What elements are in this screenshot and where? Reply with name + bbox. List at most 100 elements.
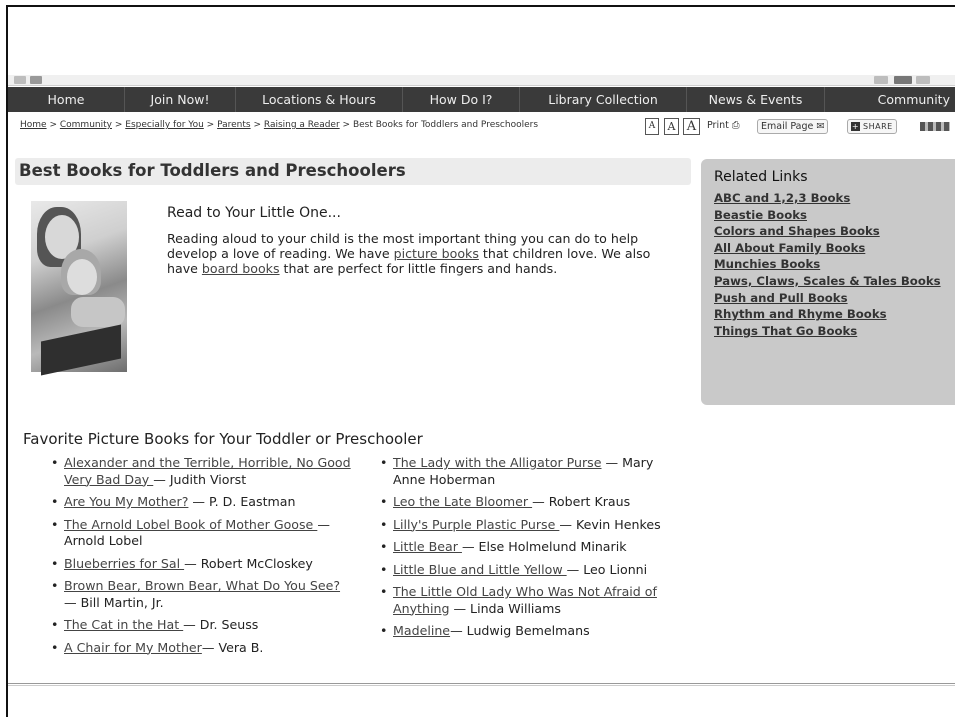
related-link-rhythm-rhyme[interactable]: Rhythm and Rhyme Books (714, 306, 944, 323)
book-author: — Robert Kraus (532, 494, 631, 509)
book-link[interactable]: Leo the Late Bloomer (393, 494, 532, 509)
related-link-things-that-go[interactable]: Things That Go Books (714, 323, 944, 340)
list-item: Little Bear — Else Holmelund Minarik (377, 539, 687, 556)
back-button[interactable] (14, 76, 26, 84)
nav-how-do-i[interactable]: How Do I? (403, 87, 520, 112)
favorites-right-list: The Lady with the Alligator Purse — Mary… (377, 455, 687, 646)
breadcrumb-link-especially-for-you[interactable]: Especially for You (125, 120, 204, 130)
list-item: Little Blue and Little Yellow — Leo Lion… (377, 562, 687, 579)
book-author: — Bill Martin, Jr. (64, 594, 164, 610)
related-link-family[interactable]: All About Family Books (714, 240, 944, 257)
book-link[interactable]: Little Blue and Little Yellow (393, 562, 567, 577)
nav-library-collection[interactable]: Library Collection (520, 87, 687, 112)
social-icons[interactable] (920, 122, 950, 131)
window-control-min[interactable] (874, 76, 888, 84)
book-author: — Linda Williams (449, 600, 561, 616)
page-title-bar: Best Books for Toddlers and Preschoolers (15, 158, 691, 185)
font-size-medium-button[interactable]: A (664, 118, 679, 135)
book-link[interactable]: Lilly's Purple Plastic Purse (393, 517, 559, 532)
list-item: Lilly's Purple Plastic Purse — Kevin Hen… (377, 517, 687, 534)
book-author: — Kevin Henkes (559, 516, 661, 532)
book-link[interactable]: The Cat in the Hat (64, 617, 183, 632)
book-author: — Leo Lionni (566, 561, 648, 577)
book-link[interactable]: The Arnold Lobel Book of Mother Goose (64, 517, 317, 532)
print-button[interactable]: Print ⎙ (704, 119, 743, 134)
intro-section: Read to Your Little One... Reading aloud… (167, 205, 657, 276)
breadcrumb-link-community[interactable]: Community (60, 120, 112, 130)
share-button[interactable]: + SHARE (847, 119, 897, 134)
breadcrumb-separator: > (206, 120, 215, 130)
status-divider (8, 683, 955, 686)
picture-books-link[interactable]: picture books (394, 246, 479, 261)
nav-home[interactable]: Home (8, 87, 125, 112)
book-author: — Vera B. (201, 639, 264, 655)
list-item: Are You My Mother? — P. D. Eastman (48, 494, 353, 511)
page-icon (30, 76, 42, 84)
related-link-munchies[interactable]: Munchies Books (714, 256, 944, 273)
breadcrumb: Home > Community > Especially for You > … (20, 120, 538, 130)
email-label: Email Page (761, 121, 814, 132)
page-viewport: Home Join Now! Locations & Hours How Do … (8, 75, 955, 683)
list-item: Madeline— Ludwig Bemelmans (377, 623, 687, 640)
list-item: The Arnold Lobel Book of Mother Goose — … (48, 517, 353, 550)
related-links-heading: Related Links (714, 169, 808, 185)
breadcrumb-separator: > (253, 120, 262, 130)
breadcrumb-separator: > (49, 120, 57, 130)
related-link-beastie[interactable]: Beastie Books (714, 207, 944, 224)
list-item: The Cat in the Hat — Dr. Seuss (48, 617, 353, 634)
nav-community[interactable]: Community (825, 87, 955, 112)
breadcrumb-link-raising-a-reader[interactable]: Raising a Reader (264, 120, 340, 130)
related-link-paws-claws[interactable]: Paws, Claws, Scales & Tales Books (714, 273, 944, 290)
related-link-push-pull[interactable]: Push and Pull Books (714, 290, 944, 307)
breadcrumb-link-parents[interactable]: Parents (217, 120, 251, 130)
book-author: — P. D. Eastman (188, 494, 296, 509)
favorites-left-list: Alexander and the Terrible, Horrible, No… (48, 455, 353, 662)
intro-paragraph: Reading aloud to your child is the most … (167, 231, 657, 276)
window-control-max[interactable] (894, 76, 912, 84)
list-item: Blueberries for Sal — Robert McCloskey (48, 556, 353, 573)
nav-locations-hours[interactable]: Locations & Hours (236, 87, 403, 112)
page-title: Best Books for Toddlers and Preschoolers (19, 161, 406, 180)
book-link[interactable]: Blueberries for Sal (64, 556, 184, 571)
share-label: SHARE (863, 122, 893, 131)
list-item: Brown Bear, Brown Bear, What Do You See?… (48, 578, 353, 611)
list-item: Leo the Late Bloomer — Robert Kraus (377, 494, 687, 511)
related-link-abc[interactable]: ABC and 1,2,3 Books (714, 190, 944, 207)
book-link[interactable]: Are You My Mother? (64, 494, 188, 509)
book-link[interactable]: The Lady with the Alligator Purse (393, 455, 602, 470)
print-label: Print (707, 120, 729, 131)
book-author: — Robert McCloskey (184, 555, 313, 571)
address-bar-strip (8, 75, 955, 86)
email-page-button[interactable]: Email Page ✉ (757, 119, 829, 134)
font-size-small-button[interactable]: A (645, 118, 659, 135)
breadcrumb-link-home[interactable]: Home (20, 120, 47, 130)
book-author: — Ludwig Bemelmans (450, 623, 590, 638)
book-link[interactable]: Little Bear (393, 539, 462, 554)
printer-icon: ⎙ (731, 120, 740, 131)
book-link[interactable]: Brown Bear, Brown Bear, What Do You See? (64, 578, 340, 593)
envelope-icon: ✉ (816, 121, 825, 132)
nav-news-events[interactable]: News & Events (687, 87, 825, 112)
book-author: — Dr. Seuss (183, 617, 259, 632)
main-nav: Home Join Now! Locations & Hours How Do … (8, 87, 955, 112)
book-link[interactable]: A Chair for My Mother (64, 640, 202, 655)
related-links-list: ABC and 1,2,3 Books Beastie Books Colors… (714, 190, 944, 339)
intro-heading: Read to Your Little One... (167, 205, 341, 221)
breadcrumb-separator: > (342, 120, 351, 130)
mother-child-reading-photo (31, 201, 127, 376)
nav-join-now[interactable]: Join Now! (125, 87, 236, 112)
book-link[interactable]: Madeline (393, 623, 450, 638)
book-author: — Judith Viorst (153, 471, 247, 487)
book-author: — Else Holmelund Minarik (461, 539, 627, 554)
board-books-link[interactable]: board books (202, 261, 280, 276)
list-item: A Chair for My Mother— Vera B. (48, 640, 353, 657)
plus-icon: + (851, 122, 860, 131)
font-size-large-button[interactable]: A (683, 118, 700, 135)
list-item: The Little Old Lady Who Was Not Afraid o… (377, 584, 687, 617)
related-links-panel: Related Links ABC and 1,2,3 Books Beasti… (701, 159, 955, 405)
breadcrumb-bar: Home > Community > Especially for You > … (8, 116, 955, 136)
related-link-colors-shapes[interactable]: Colors and Shapes Books (714, 223, 944, 240)
window-control-close[interactable] (916, 76, 930, 84)
browser-frame: Home Join Now! Locations & Hours How Do … (6, 5, 955, 717)
favorites-heading: Favorite Picture Books for Your Toddler … (23, 430, 423, 448)
